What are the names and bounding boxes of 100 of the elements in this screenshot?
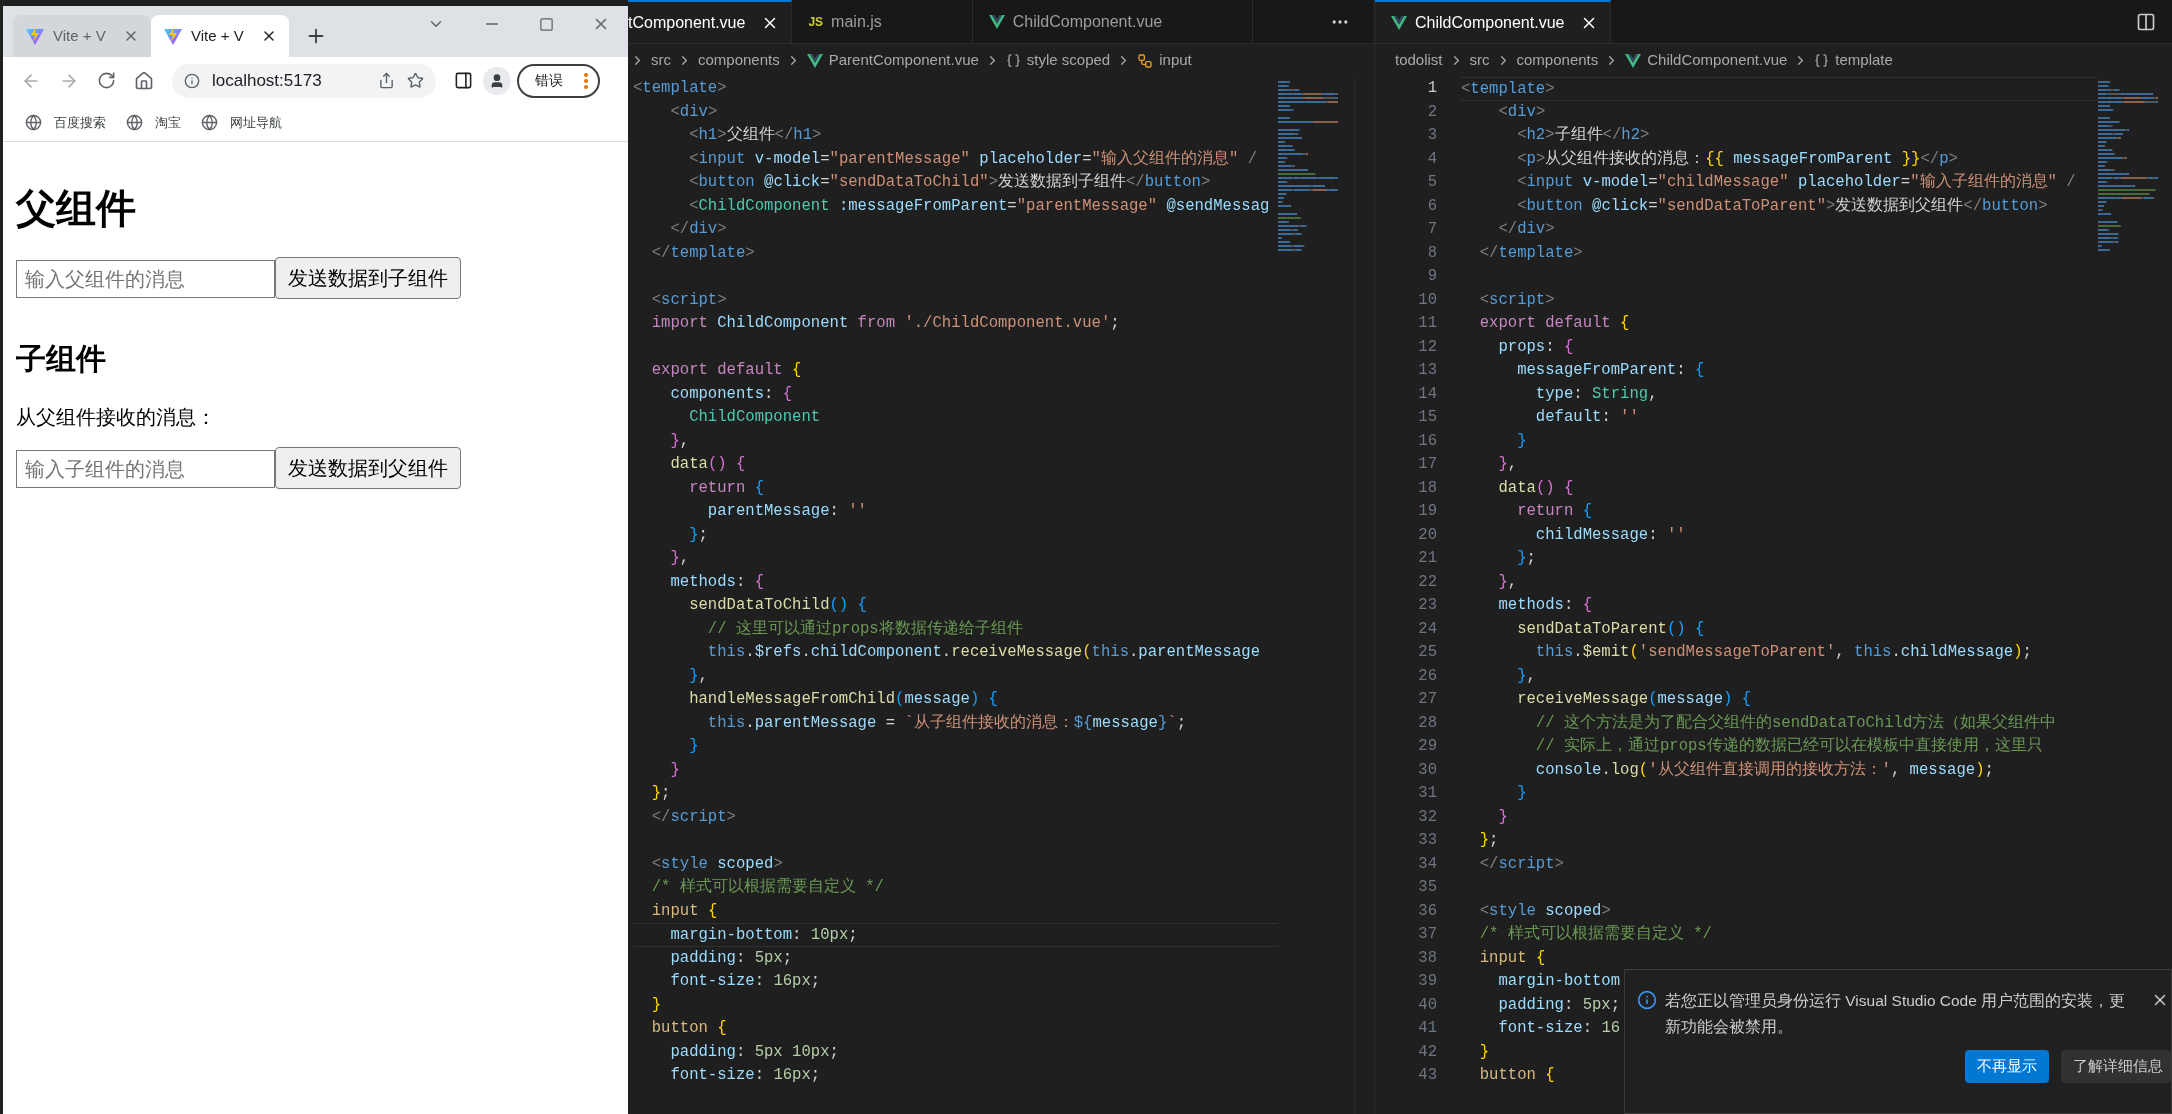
code-line: }, bbox=[669, 430, 690, 452]
code-line: </script> bbox=[650, 806, 736, 828]
code-line: }, bbox=[1497, 454, 1518, 475]
code-line: /* 样式可以根据需要自定义 */ bbox=[650, 877, 884, 898]
line-number: 16 bbox=[1417, 430, 1437, 452]
profile-avatar[interactable] bbox=[483, 66, 511, 95]
notification-button[interactable]: 了解详细信息 bbox=[2061, 1050, 2171, 1083]
code-line: padding: 5px; bbox=[669, 947, 793, 969]
code-line: </script> bbox=[1478, 853, 1564, 875]
code-line: }, bbox=[1497, 571, 1518, 593]
share-icon[interactable] bbox=[378, 72, 395, 89]
code-line: export default { bbox=[1478, 313, 1630, 334]
code-line: import ChildComponent from './ChildComponent.vue'; bbox=[650, 313, 1120, 334]
code-line: ChildComponent bbox=[688, 407, 821, 428]
tab-title: ChildComponent.vue bbox=[1415, 12, 1565, 33]
editor-tab[interactable]: ChildComponent.vue bbox=[1375, 0, 1612, 43]
code-line: childMessage: '' bbox=[1534, 524, 1686, 546]
code-line: <div> bbox=[669, 101, 718, 123]
code-line: input { bbox=[650, 900, 718, 922]
message-input[interactable]: 输入父组件的消息 bbox=[16, 260, 275, 298]
line-number: 24 bbox=[1417, 618, 1437, 640]
reload-icon[interactable] bbox=[97, 71, 116, 90]
send-button[interactable]: 发送数据到子组件 bbox=[275, 257, 461, 299]
line-number: 7 bbox=[1426, 219, 1437, 240]
breadcrumb-item[interactable]: components bbox=[698, 49, 780, 72]
tab-title: ChildComponent.vue bbox=[1012, 11, 1163, 32]
breadcrumb-item[interactable]: ParentComponent.vue bbox=[828, 49, 979, 72]
browser-tab[interactable]: Vite + V bbox=[13, 15, 151, 57]
line-number: 9 bbox=[1426, 266, 1437, 287]
line-number: 25 bbox=[1417, 642, 1437, 663]
code-line: handleMessageFromChild(message) { bbox=[688, 689, 998, 710]
line-number: 10 bbox=[1417, 289, 1437, 311]
code-line: <button @click="sendDataToChild">发送数据到子组件</button> bbox=[688, 172, 1211, 193]
notification-button[interactable]: 不再显示 bbox=[1965, 1050, 2049, 1083]
code-line: }, bbox=[688, 665, 708, 687]
bookmark[interactable]: 百度搜索 bbox=[25, 112, 106, 133]
code-line: this.$emit('sendMessageToParent', this.childMessage); bbox=[1534, 642, 2032, 663]
home-icon[interactable] bbox=[134, 70, 154, 91]
code-line: padding: 5px; bbox=[1497, 994, 1621, 1016]
line-number: 37 bbox=[1417, 924, 1437, 945]
vite-logo-icon bbox=[25, 26, 45, 46]
code-line: /* 样式可以根据需要自定义 */ bbox=[1478, 924, 1712, 945]
line-number: 14 bbox=[1417, 383, 1437, 405]
minimap[interactable] bbox=[2098, 81, 2158, 253]
site-info-icon[interactable] bbox=[184, 72, 200, 89]
menu-dots-icon bbox=[584, 72, 588, 89]
side-panel-icon[interactable] bbox=[454, 71, 473, 90]
code-line: sendDataToParent() { bbox=[1516, 618, 1705, 640]
breadcrumb-item[interactable]: ChildComponent.vue bbox=[1647, 49, 1788, 72]
line-number: 35 bbox=[1417, 877, 1437, 898]
code-line: methods: { bbox=[1497, 595, 1592, 616]
bookmark-star-icon[interactable] bbox=[407, 72, 424, 89]
code-line: </div> bbox=[669, 219, 727, 240]
editor-tab[interactable]: tComponent.vue bbox=[628, 0, 793, 43]
minimap[interactable] bbox=[1278, 81, 1338, 253]
vue-logo-icon bbox=[988, 14, 1005, 29]
line-number: 38 bbox=[1417, 947, 1437, 969]
code-line: return { bbox=[1516, 501, 1592, 522]
maximize-icon[interactable] bbox=[539, 16, 554, 32]
code-line: default: '' bbox=[1534, 407, 1639, 428]
line-number: 21 bbox=[1417, 548, 1437, 569]
split-editor-icon[interactable] bbox=[2136, 11, 2156, 32]
error-button[interactable]: 错误 bbox=[517, 63, 600, 98]
code-line: }; bbox=[650, 783, 671, 804]
code-line: }, bbox=[1516, 665, 1536, 687]
code-line: data() { bbox=[1497, 477, 1574, 499]
line-number: 32 bbox=[1417, 806, 1437, 828]
code-line: margin-bottom bbox=[1497, 971, 1621, 992]
line-number: 18 bbox=[1417, 477, 1437, 499]
code-line: messageFromParent: { bbox=[1516, 360, 1705, 381]
vue-logo-icon bbox=[1391, 15, 1407, 30]
code-line: <p>从父组件接收的消息：{{ messageFromParent }}</p> bbox=[1516, 148, 1958, 170]
code-line: <h2>子组件</h2> bbox=[1516, 125, 1650, 146]
line-number: 20 bbox=[1417, 524, 1437, 546]
breadcrumb-item[interactable]: todolist bbox=[1395, 49, 1443, 72]
message-input[interactable]: 输入子组件的消息 bbox=[16, 450, 275, 488]
breadcrumb-item[interactable]: src bbox=[1469, 49, 1490, 72]
breadcrumb-item[interactable]: input bbox=[1159, 49, 1192, 72]
code-line: input { bbox=[1478, 947, 1546, 969]
code-line: font-size: 16px; bbox=[669, 1065, 821, 1086]
address-bar[interactable]: localhost:5173 bbox=[172, 63, 436, 98]
code-line: <style scoped> bbox=[650, 853, 783, 875]
line-number: 15 bbox=[1417, 407, 1437, 428]
code-line: sendDataToChild() { bbox=[688, 595, 867, 616]
bookmark[interactable]: 淘宝 bbox=[126, 112, 181, 133]
line-number: 41 bbox=[1417, 1018, 1437, 1039]
line-number: 2 bbox=[1426, 101, 1437, 123]
code-line: <script> bbox=[650, 289, 727, 311]
code-line: console.log('从父组件直接调用的接收方法：', message); bbox=[1534, 759, 1994, 781]
breadcrumb-item[interactable]: components bbox=[1516, 49, 1599, 72]
browser-tab[interactable]: Vite + V bbox=[151, 15, 289, 57]
page-heading: 父组件 bbox=[16, 185, 136, 232]
bookmark[interactable]: 网址导航 bbox=[201, 112, 282, 133]
line-number: 33 bbox=[1417, 830, 1437, 851]
code-line: <button @click="sendDataToParent">发送数据到父组件</button> bbox=[1516, 195, 2048, 217]
line-number: 11 bbox=[1417, 313, 1437, 334]
breadcrumb-item[interactable]: template bbox=[1835, 49, 1893, 72]
breadcrumb-item[interactable]: style scoped bbox=[1026, 49, 1111, 72]
send-button[interactable]: 发送数据到父组件 bbox=[275, 447, 461, 489]
breadcrumb-item[interactable]: src bbox=[651, 49, 671, 72]
